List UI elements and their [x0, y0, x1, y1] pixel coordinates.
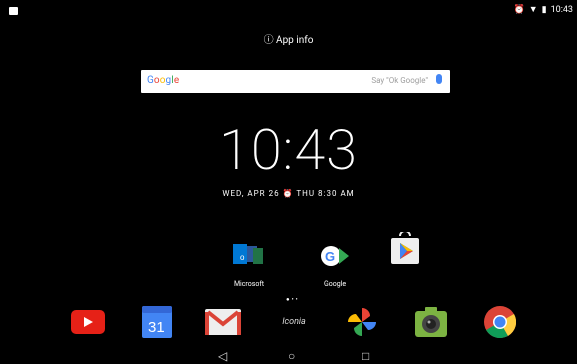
calendar-app[interactable]: 31: [139, 304, 175, 340]
status-time: 10:43: [550, 4, 573, 15]
svg-text:G: G: [325, 249, 335, 264]
gmail-icon: [205, 309, 241, 335]
microsoft-folder[interactable]: o Microsoft: [231, 240, 267, 288]
app-info[interactable]: ⓘ App info: [0, 31, 577, 46]
gmail-app[interactable]: [205, 304, 241, 340]
google-search-bar[interactable]: Google Say "Ok Google": [141, 70, 450, 93]
date-text: WED, APR 26: [222, 189, 280, 198]
iconia-app[interactable]: Iconia: [276, 304, 312, 340]
calendar-date: 31: [148, 319, 165, 336]
calendar-icon: 31: [142, 306, 172, 338]
youtube-icon: [71, 310, 105, 334]
play-store-icon: [391, 232, 419, 264]
camera-app[interactable]: [413, 304, 449, 340]
battery-icon: ▮: [541, 4, 547, 15]
google-logo: Google: [147, 75, 180, 86]
photos-app[interactable]: [344, 304, 380, 340]
mic-icon[interactable]: [436, 74, 442, 84]
camera-icon: [415, 307, 447, 337]
alarm-icon: ⏰: [513, 4, 525, 15]
svg-text:o: o: [240, 253, 245, 262]
notification-icon: [9, 7, 18, 15]
microsoft-folder-icon: o: [233, 244, 263, 264]
voice-hint: Say "Ok Google": [371, 76, 428, 85]
back-icon[interactable]: ◁: [218, 350, 227, 362]
recents-icon[interactable]: □: [362, 350, 369, 362]
info-icon: ⓘ: [263, 35, 274, 46]
home-icon[interactable]: ○: [288, 350, 295, 362]
alarm-icon: ⏰: [282, 189, 297, 198]
chrome-app[interactable]: [482, 304, 518, 340]
google-label: Google: [323, 280, 347, 288]
photos-pinwheel-icon: [348, 308, 376, 336]
alarm-text: THU 8:30 AM: [296, 189, 355, 198]
navigation-bar: ◁ ○ □: [0, 340, 577, 364]
status-icons: ⏰ ▼ ▮ 10:43: [513, 4, 573, 16]
clock[interactable]: 10:43: [0, 117, 577, 183]
app-info-label: App info: [276, 35, 314, 46]
play-store-app[interactable]: [389, 232, 421, 266]
chrome-icon: [484, 306, 516, 338]
wifi-icon: ▼: [528, 5, 538, 15]
youtube-app[interactable]: [70, 304, 106, 340]
google-folder-icon: G: [321, 246, 349, 266]
google-folder[interactable]: G Google: [317, 240, 353, 288]
page-indicator: ●••: [286, 296, 300, 303]
microsoft-label: Microsoft: [233, 280, 265, 288]
status-bar: ⏰ ▼ ▮ 10:43: [0, 0, 577, 20]
date-line: WED, APR 26 ⏰ THU 8:30 AM: [0, 189, 577, 198]
iconia-label: Iconia: [282, 317, 306, 327]
